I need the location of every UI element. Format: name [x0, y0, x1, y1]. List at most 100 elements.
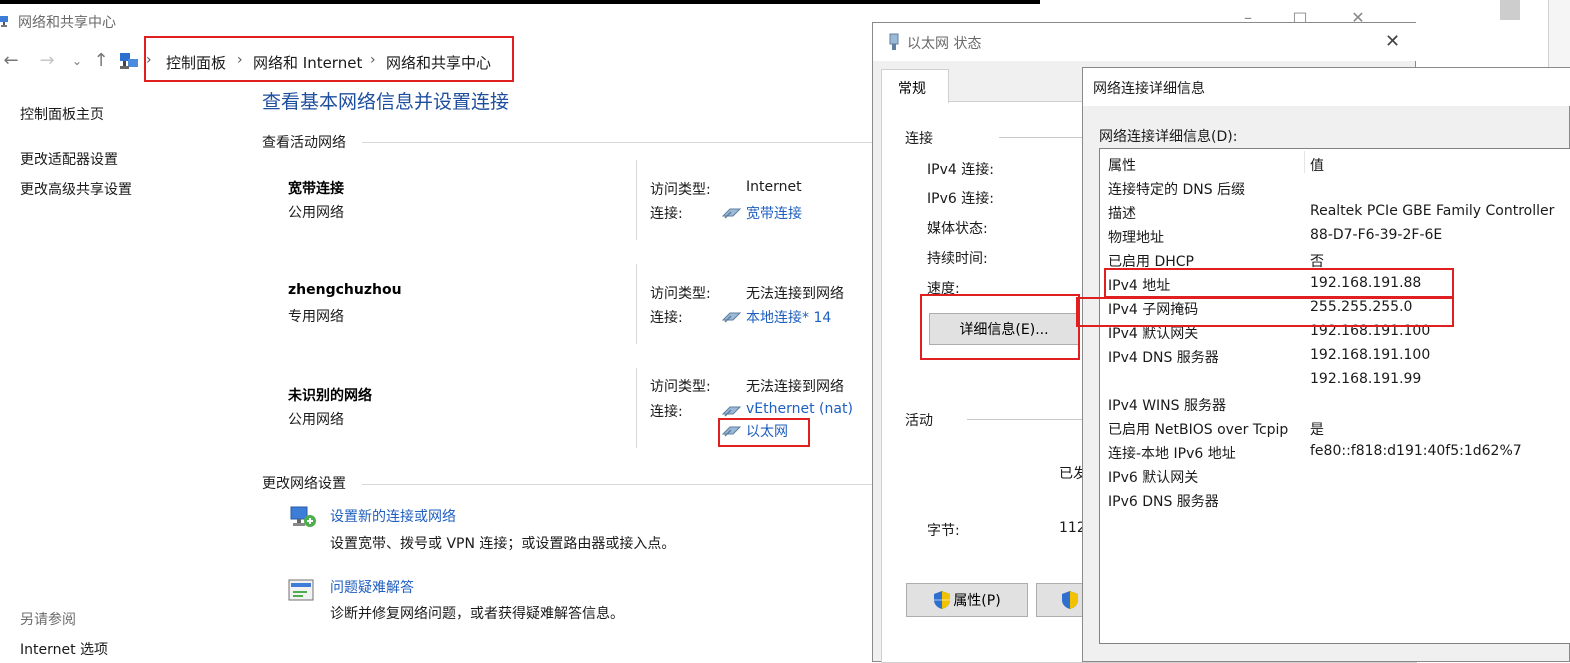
scrollbar-thumb[interactable]: [1500, 0, 1520, 20]
network-center-icon: [0, 16, 8, 27]
detail-row-property[interactable]: 物理地址: [1108, 227, 1164, 247]
detail-row-value[interactable]: 192.168.191.99: [1310, 371, 1421, 387]
connection-group-title: 连接: [905, 131, 933, 147]
detail-row-property[interactable]: IPv4 子网掩码: [1108, 299, 1198, 319]
detail-row-value[interactable]: 是: [1310, 419, 1324, 439]
tab-general[interactable]: 常规: [881, 69, 949, 103]
sidebar-item-advanced-sharing-settings[interactable]: 更改高级共享设置: [20, 179, 132, 199]
detail-row-property[interactable]: IPv4 地址: [1108, 275, 1170, 295]
setup-new-connection-link[interactable]: 设置新的连接或网络: [330, 506, 456, 526]
network-type[interactable]: 公用网络: [288, 202, 344, 222]
activity-group-title: 活动: [905, 413, 933, 429]
connection-link-local-14[interactable]: 本地连接* 14: [746, 307, 831, 327]
network-cable-icon: [722, 208, 742, 219]
ethernet-adapter-icon: [889, 33, 899, 50]
detail-row-value[interactable]: 否: [1310, 251, 1324, 271]
network-name: 宽带连接: [288, 181, 344, 197]
detail-row-property[interactable]: 描述: [1108, 203, 1136, 223]
breadcrumb-separator-icon: ›: [370, 52, 376, 68]
forward-arrow-icon[interactable]: →: [36, 50, 58, 72]
breadcrumb-separator-icon: ›: [146, 52, 152, 68]
network-divider: [636, 264, 637, 344]
detail-row-value[interactable]: 192.168.191.100: [1310, 323, 1430, 339]
connection-link-broadband[interactable]: 宽带连接: [746, 203, 802, 223]
column-header-value[interactable]: 值: [1310, 155, 1324, 175]
uac-shield-icon: [934, 591, 951, 609]
speed-label: 速度:: [927, 281, 960, 297]
network-name: zhengchuzhou: [288, 282, 402, 298]
detail-row-value[interactable]: Realtek PCIe GBE Family Controller: [1310, 203, 1554, 219]
properties-button[interactable]: 属性(P): [906, 583, 1028, 617]
detail-row-property[interactable]: 连接-本地 IPv6 地址: [1108, 443, 1236, 463]
sidebar-item-change-adapter-settings[interactable]: 更改适配器设置: [20, 149, 118, 169]
up-arrow-icon[interactable]: ↑: [90, 50, 112, 72]
group-divider: [999, 137, 1089, 138]
connection-details-dialog: 网络连接详细信息 网络连接详细信息(D): 属性 值 连接特定的 DNS 后缀 …: [1082, 67, 1570, 662]
detail-row-value[interactable]: 192.168.191.100: [1310, 347, 1430, 363]
network-type[interactable]: 专用网络: [288, 306, 344, 326]
properties-button-label: 属性(P): [953, 593, 1001, 609]
bytes-label: 字节:: [927, 523, 960, 539]
connection-link-ethernet[interactable]: 以太网: [746, 421, 788, 441]
detail-row-property[interactable]: IPv4 WINS 服务器: [1108, 395, 1226, 415]
access-type-label: 访问类型:: [650, 379, 711, 395]
group-divider: [967, 419, 1089, 420]
section-divider: [362, 484, 874, 485]
breadcrumb-control-panel[interactable]: 控制面板: [166, 52, 226, 73]
details-list-label: 网络连接详细信息(D):: [1099, 129, 1238, 145]
troubleshoot-icon: [288, 579, 314, 601]
uac-shield-icon: [1062, 591, 1078, 609]
detail-row-value[interactable]: 88-D7-F6-39-2F-6E: [1310, 227, 1442, 243]
network-name: 未识别的网络: [288, 388, 372, 404]
access-type-label: 访问类型:: [650, 286, 711, 302]
details-button[interactable]: 详细信息(E)...: [929, 313, 1079, 345]
detail-row-property[interactable]: 连接特定的 DNS 后缀: [1108, 179, 1245, 199]
access-type-label: 访问类型:: [650, 182, 711, 198]
column-header-divider[interactable]: [1304, 151, 1305, 173]
network-cable-icon: [722, 406, 742, 417]
detail-row-property[interactable]: IPv6 DNS 服务器: [1108, 491, 1219, 511]
troubleshoot-description: 诊断并修复网络问题，或者获得疑难解答信息。: [330, 606, 624, 622]
details-list[interactable]: 属性 值 连接特定的 DNS 后缀 描述 Realtek PCIe GBE Fa…: [1099, 148, 1570, 644]
recent-locations-chevron-icon[interactable]: ⌄: [66, 50, 88, 72]
detail-row-property[interactable]: 已启用 DHCP: [1108, 251, 1194, 271]
detail-row-value[interactable]: 192.168.191.88: [1310, 275, 1421, 291]
detail-row-value[interactable]: 255.255.255.0: [1310, 299, 1412, 315]
breadcrumb-network-internet[interactable]: 网络和 Internet: [253, 52, 362, 73]
details-dialog-title: 网络连接详细信息: [1093, 81, 1205, 97]
access-type-value: 无法连接到网络: [746, 286, 844, 302]
sidebar-item-control-panel-home[interactable]: 控制面板主页: [20, 104, 104, 124]
network-divider: [636, 160, 637, 240]
column-header-property[interactable]: 属性: [1108, 155, 1136, 175]
change-settings-heading: 更改网络设置: [262, 476, 346, 492]
setup-new-connection-description: 设置宽带、拨号或 VPN 连接；或设置路由器或接入点。: [330, 536, 676, 552]
sidebar-item-internet-options[interactable]: Internet 选项: [20, 639, 108, 659]
detail-row-value[interactable]: fe80::f818:d191:40f5:1d62%7: [1310, 443, 1522, 459]
breadcrumb-network-sharing-center[interactable]: 网络和共享中心: [386, 52, 491, 73]
active-networks-heading: 查看活动网络: [262, 135, 346, 151]
connection-label: 连接:: [650, 404, 683, 420]
section-divider: [362, 142, 874, 143]
duration-label: 持续时间:: [927, 251, 988, 267]
network-cable-icon: [722, 426, 742, 437]
detail-row-property[interactable]: IPv4 默认网关: [1108, 323, 1198, 343]
network-divider: [636, 368, 637, 448]
access-type-value: 无法连接到网络: [746, 379, 844, 395]
troubleshoot-link[interactable]: 问题疑难解答: [330, 577, 414, 597]
network-type[interactable]: 公用网络: [288, 409, 344, 429]
connection-label: 连接:: [650, 310, 683, 326]
detail-row-property[interactable]: 已启用 NetBIOS over Tcpip: [1108, 419, 1288, 439]
media-state-label: 媒体状态:: [927, 221, 988, 237]
detail-row-property[interactable]: IPv6 默认网关: [1108, 467, 1198, 487]
status-dialog-close-icon[interactable]: ✕: [1385, 31, 1400, 52]
access-type-value: Internet: [746, 179, 802, 195]
back-arrow-icon[interactable]: ←: [0, 50, 22, 72]
detail-row-property[interactable]: IPv4 DNS 服务器: [1108, 347, 1219, 367]
network-setup-icon: [290, 506, 316, 527]
see-also-heading: 另请参阅: [20, 612, 76, 628]
page-title: 查看基本网络信息并设置连接: [262, 91, 510, 113]
connection-label: 连接:: [650, 206, 683, 222]
connection-link-vethernet-nat[interactable]: vEthernet (nat): [746, 401, 853, 417]
main-window-title: 网络和共享中心: [18, 15, 116, 31]
control-panel-network-icon: [120, 53, 138, 69]
